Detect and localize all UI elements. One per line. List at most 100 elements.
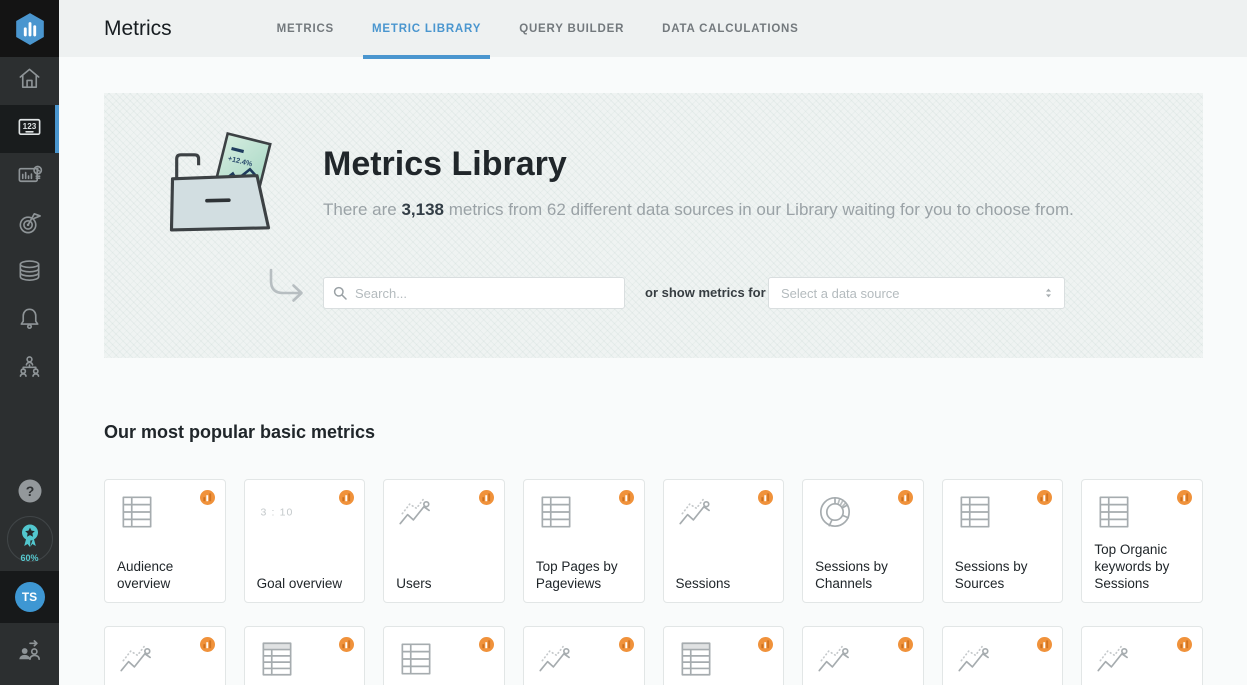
metric-card-top-organic-keywords[interactable]: Top Organic keywords by Sessions	[1081, 479, 1203, 603]
metric-card-label: Goal overview	[257, 575, 360, 592]
analytics-badge-icon	[898, 637, 913, 652]
dashboards-icon	[16, 161, 43, 193]
progress-percent: 60%	[20, 553, 38, 563]
question-mark-icon: ?	[15, 493, 45, 510]
table-icon	[1093, 491, 1135, 533]
metric-card[interactable]	[663, 626, 785, 685]
database-icon	[16, 257, 43, 289]
analytics-badge-icon	[758, 637, 773, 652]
metric-card-label: Sessions by Channels	[815, 558, 918, 592]
table-icon	[954, 491, 996, 533]
table-icon	[256, 638, 298, 680]
metric-card-top-pages[interactable]: Top Pages by Pageviews	[523, 479, 645, 603]
line-chart-icon	[395, 491, 437, 533]
metric-card[interactable]	[802, 626, 924, 685]
metric-card-label: Audience overview	[117, 558, 220, 592]
goals-target-icon	[16, 209, 43, 241]
analytics-badge-icon	[339, 490, 354, 505]
achievement-badge-icon	[16, 522, 44, 557]
sidebar-item-metrics[interactable]: 123	[0, 105, 59, 153]
help-button[interactable]: ?	[15, 476, 45, 506]
analytics-badge-icon	[898, 490, 913, 505]
metric-card-sessions[interactable]: Sessions	[663, 479, 785, 603]
onboarding-progress[interactable]: 60%	[7, 516, 53, 571]
banner-text: Metrics Library There are 3,138 metrics …	[323, 145, 1074, 220]
tab-metric-library[interactable]: METRIC LIBRARY	[353, 0, 500, 57]
line-chart-icon	[954, 638, 996, 680]
data-source-select[interactable]: Select a data source	[768, 277, 1065, 309]
home-icon	[16, 65, 43, 97]
tab-query-builder[interactable]: QUERY BUILDER	[500, 0, 643, 57]
metric-card[interactable]	[1081, 626, 1203, 685]
analytics-badge-icon	[200, 637, 215, 652]
logo-icon	[14, 12, 46, 46]
metric-card[interactable]	[244, 626, 366, 685]
org-people-icon	[16, 353, 43, 385]
sidebar-item-alerts[interactable]	[0, 297, 59, 345]
page-title: Metrics	[104, 17, 172, 41]
popular-metrics-row-1: Audience overview 3 : 10 Goal overview U…	[104, 479, 1203, 603]
or-show-metrics-label: or show metrics for	[645, 285, 766, 300]
metric-card-sessions-by-sources[interactable]: Sessions by Sources	[942, 479, 1064, 603]
table-icon	[116, 491, 158, 533]
metric-card[interactable]	[942, 626, 1064, 685]
metric-card[interactable]	[104, 626, 226, 685]
banner-subtitle: There are 3,138 metrics from 62 differen…	[323, 200, 1074, 220]
metric-card-sessions-by-channels[interactable]: Sessions by Channels	[802, 479, 924, 603]
metric-count: 3,138	[401, 200, 444, 219]
line-chart-icon	[535, 638, 577, 680]
metric-card-label: Sessions by Sources	[955, 558, 1058, 592]
bell-icon	[16, 305, 43, 337]
section-heading: Our most popular basic metrics	[104, 422, 1203, 443]
analytics-badge-icon	[758, 490, 773, 505]
donut-chart-icon	[814, 491, 856, 533]
tab-bar: METRICS METRIC LIBRARY QUERY BUILDER DAT…	[258, 0, 818, 57]
goal-ratio-icon: 3 : 10	[256, 491, 298, 533]
sidebar-item-data-sources[interactable]	[0, 249, 59, 297]
metric-card-label: Users	[396, 575, 499, 592]
search-icon	[333, 286, 347, 300]
switch-user-icon	[16, 638, 43, 670]
switch-account-button[interactable]	[16, 623, 43, 685]
tab-metrics[interactable]: METRICS	[258, 0, 353, 57]
main-area: Metrics METRICS METRIC LIBRARY QUERY BUI…	[59, 0, 1247, 685]
line-chart-icon	[116, 638, 158, 680]
metric-card[interactable]	[383, 626, 505, 685]
metric-card-label: Top Organic keywords by Sessions	[1094, 541, 1197, 592]
metric-card-goal-overview[interactable]: 3 : 10 Goal overview	[244, 479, 366, 603]
curved-arrow-icon	[264, 267, 310, 309]
metric-card-users[interactable]: Users	[383, 479, 505, 603]
sidebar-item-account[interactable]	[0, 345, 59, 393]
analytics-badge-icon	[619, 490, 634, 505]
metric-card[interactable]	[523, 626, 645, 685]
select-placeholder: Select a data source	[781, 286, 900, 301]
analytics-badge-icon	[339, 637, 354, 652]
avatar-block: TS	[0, 571, 59, 623]
metric-card-audience-overview[interactable]: Audience overview	[104, 479, 226, 603]
sidebar-item-dashboards[interactable]	[0, 153, 59, 201]
analytics-badge-icon	[1037, 490, 1052, 505]
search-input[interactable]	[323, 277, 625, 309]
banner-title: Metrics Library	[323, 145, 1074, 184]
analytics-badge-icon	[200, 490, 215, 505]
table-icon	[675, 638, 717, 680]
tab-data-calculations[interactable]: DATA CALCULATIONS	[643, 0, 817, 57]
svg-text:3 : 10: 3 : 10	[260, 506, 293, 518]
user-avatar[interactable]: TS	[15, 582, 45, 612]
analytics-badge-icon	[619, 637, 634, 652]
popular-metrics-row-2	[104, 626, 1203, 685]
select-arrows-icon	[1043, 286, 1054, 300]
analytics-badge-icon	[1177, 490, 1192, 505]
sidebar-item-goals[interactable]	[0, 201, 59, 249]
metrics-library-banner: +12.4% Metrics Library There are 3,138 m…	[104, 93, 1203, 358]
folder-illustration: +12.4%	[160, 129, 280, 239]
svg-text:?: ?	[25, 483, 34, 499]
line-chart-icon	[814, 638, 856, 680]
metrics-123-icon: 123	[16, 113, 43, 145]
metric-search	[323, 277, 625, 309]
analytics-badge-icon	[479, 637, 494, 652]
metric-card-label: Sessions	[676, 575, 779, 592]
table-icon	[535, 491, 577, 533]
sidebar-item-home[interactable]	[0, 57, 59, 105]
content: +12.4% Metrics Library There are 3,138 m…	[59, 57, 1247, 685]
